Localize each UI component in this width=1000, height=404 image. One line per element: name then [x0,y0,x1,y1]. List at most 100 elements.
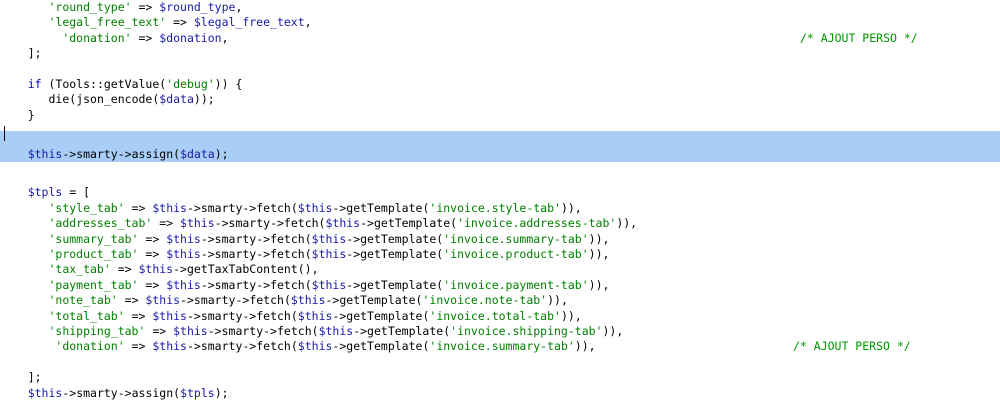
token-fn: fetch [256,339,291,354]
token-fn: fetch [256,200,291,215]
token-str: 'legal_free_text' [48,15,167,30]
token-op: )); [193,92,215,107]
code-line[interactable]: $tpls = [ [0,185,1000,200]
token-fn: fetch [270,231,305,246]
code-line[interactable]: 'tax_tab' => $this->getTaxTabContent(), [0,262,1000,277]
token-op: -> [332,339,347,354]
code-text: $this->smarty->assign($data); [0,147,229,162]
token-op: )), [616,216,638,231]
token-fn: smarty [228,216,271,231]
code-comment: /* AJOUT PERSO */ [793,339,911,354]
token-op: => [152,216,181,231]
token-var: $this [145,293,181,308]
code-line[interactable]: 'note_tab' => $this->smarty->fetch($this… [0,293,1000,308]
token-var: $this [166,277,201,292]
token-str: 'summary_tab' [48,231,139,246]
token-str: 'debug' [166,77,215,91]
token-fn: getTemplate [360,277,437,292]
token-op: -> [332,308,347,323]
code-line[interactable]: 'summary_tab' => $this->smarty->fetch($t… [0,232,1000,247]
token-op: => [117,293,146,308]
token-var: $this [27,385,63,400]
code-text: 'tax_tab' => $this->getTaxTabContent(), [0,262,318,277]
token-var: $this [311,231,347,246]
token-op: , [221,30,229,45]
token-op: )) { [214,77,243,91]
code-line[interactable]: 'style_tab' => $this->smarty->fetch($thi… [0,201,1000,216]
token-var: $legal_free_text [193,15,305,30]
code-line[interactable]: 'payment_tab' => $this->smarty->fetch($t… [0,278,1000,293]
code-line[interactable] [0,62,1000,77]
token-op: , [235,0,243,14]
token-op: -> [346,247,361,261]
token-op: )), [547,293,568,308]
code-text: ]; [0,370,42,385]
token-var: $this [311,277,347,292]
token-op: = [ [62,185,91,200]
token-op: => [145,324,174,338]
code-text: $this->smarty->assign($tpls); [0,386,229,401]
token-op: ); [214,385,229,400]
token-var: $this [166,231,201,246]
code-line[interactable]: ]; [0,46,1000,61]
token-op: -> [346,231,361,246]
token-op: )), [588,247,610,261]
token-op: -> [242,308,257,323]
token-var: $this [152,339,187,354]
code-text: 'summary_tab' => $this->smarty->fetch($t… [0,232,609,247]
code-line[interactable] [0,170,1000,185]
token-fn: getTemplate [360,247,437,261]
token-fn: smarty [76,146,118,161]
code-line[interactable]: if (Tools::getValue('debug')) { [0,77,1000,92]
code-line[interactable]: die(json_encode($data)); [0,92,1000,107]
token-str: 'invoice.note-tab' [422,293,548,308]
token-var: $this [152,200,187,215]
code-line[interactable]: 'legal_free_text' => $legal_free_text, [0,15,1000,30]
token-op: ( [283,293,291,308]
code-text: } [0,108,35,123]
token-fn: fetch [270,247,305,261]
token-op: ( [290,200,298,215]
token-fn: smarty [200,308,243,323]
token-op: => [138,231,167,246]
token-op: -> [62,146,77,161]
code-line[interactable]: 'shipping_tab' => $this->smarty->fetch($… [0,324,1000,339]
token-op: -> [325,293,340,308]
code-editor[interactable]: 'round_type' => $round_type, 'legal_free… [0,0,1000,404]
token-op: -> [256,277,271,292]
token-op: -> [235,293,250,308]
token-var: $this [290,293,326,308]
token-str: 'round_type' [48,0,132,14]
token-op: -> [186,200,201,215]
code-line[interactable]: $this->smarty->assign($tpls); [0,386,1000,401]
code-line[interactable]: 'product_tab' => $this->smarty->fetch($t… [0,247,1000,262]
code-line[interactable]: 'addresses_tab' => $this->smarty->fetch(… [0,216,1000,231]
code-line[interactable]: 'total_tab' => $this->smarty->fetch($thi… [0,309,1000,324]
token-var: $this [138,262,174,277]
code-text: die(json_encode($data)); [0,92,215,107]
token-var: $this [297,200,333,215]
token-op: -> [214,216,229,231]
code-line[interactable] [0,355,1000,370]
code-line[interactable]: } [0,108,1000,123]
code-text: ]; [0,46,42,61]
code-text: 'round_type' => $round_type, [0,0,242,15]
code-line[interactable]: 'round_type' => $round_type, [0,0,1000,15]
token-str: 'invoice.product-tab' [443,247,589,261]
text-caret [4,126,5,141]
code-line[interactable]: ]; [0,370,1000,385]
code-text: 'legal_free_text' => $legal_free_text, [0,15,311,30]
token-str: 'invoice.summary-tab' [429,339,575,354]
token-fn: assign [131,146,174,161]
token-str: 'shipping_tab' [48,324,146,338]
token-fn: smarty [214,231,257,246]
token-op: => [131,30,160,45]
code-text: 'total_tab' => $this->smarty->fetch($thi… [0,308,581,324]
token-var: $this [173,324,208,338]
token-var: $this [325,216,361,231]
token-var: $this [311,247,347,261]
token-op: => [124,308,153,323]
token-fn: getTemplate [346,308,423,323]
code-text: 'note_tab' => $this->smarty->fetch($this… [0,293,568,308]
selected-code-line[interactable]: $this->smarty->assign($data); [0,130,1000,162]
